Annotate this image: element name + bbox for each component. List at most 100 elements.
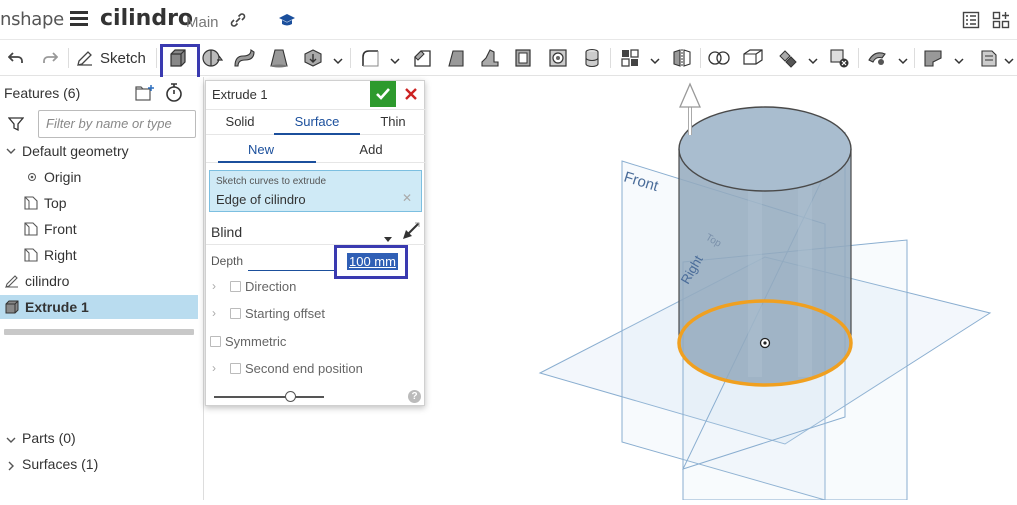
plane-icon bbox=[24, 222, 38, 236]
thicken-icon[interactable] bbox=[301, 46, 325, 70]
bom-icon[interactable] bbox=[962, 11, 980, 34]
delete-part-icon[interactable] bbox=[828, 46, 852, 70]
tab-surface[interactable]: Surface bbox=[274, 114, 360, 129]
sheet-metal-icon[interactable] bbox=[922, 46, 946, 70]
plane-icon[interactable] bbox=[580, 46, 604, 70]
loft-icon[interactable] bbox=[267, 46, 291, 70]
cancel-button[interactable] bbox=[402, 84, 420, 104]
tree-label: Origin bbox=[44, 169, 82, 185]
symmetric-label: Symmetric bbox=[225, 334, 287, 349]
chamfer-icon[interactable] bbox=[410, 46, 434, 70]
revolve-icon[interactable] bbox=[200, 46, 224, 70]
link-icon[interactable] bbox=[230, 13, 246, 32]
pattern-icon[interactable] bbox=[776, 46, 800, 70]
tree-parts[interactable]: Parts (0) bbox=[0, 429, 200, 453]
mirror-icon[interactable] bbox=[670, 46, 694, 70]
tree-item-right[interactable]: Right bbox=[0, 243, 198, 267]
learning-center-icon[interactable] bbox=[278, 12, 296, 33]
sketch-curves-query[interactable]: Sketch curves to extrude Edge of cilindr… bbox=[209, 170, 422, 212]
sweep-icon[interactable] bbox=[232, 46, 256, 70]
cylinder-top-face[interactable] bbox=[678, 106, 852, 192]
tab-new[interactable]: New bbox=[206, 142, 316, 157]
configurations-icon[interactable] bbox=[992, 11, 1012, 34]
undo-icon[interactable] bbox=[4, 46, 28, 70]
rib-icon[interactable] bbox=[478, 46, 502, 70]
tree-item-cilindro[interactable]: cilindro bbox=[0, 269, 198, 293]
query-selection: Edge of cilindro bbox=[216, 192, 306, 207]
filter-icon[interactable] bbox=[7, 116, 25, 137]
shell-icon[interactable] bbox=[511, 46, 535, 70]
fillet-icon[interactable] bbox=[358, 46, 382, 70]
split-icon[interactable] bbox=[707, 46, 731, 70]
chevron-down-icon[interactable] bbox=[650, 53, 660, 65]
tree-label: Default geometry bbox=[22, 143, 129, 159]
draft-icon[interactable] bbox=[444, 46, 468, 70]
graphics-area[interactable]: Front Right Top bbox=[425, 77, 1017, 501]
sketch-button[interactable]: Sketch bbox=[76, 46, 146, 70]
feature-filter-input[interactable]: Filter by name or type bbox=[38, 110, 196, 138]
close-icon bbox=[405, 88, 417, 100]
tree-item-top[interactable]: Top bbox=[0, 191, 198, 215]
tab-thin[interactable]: Thin bbox=[360, 114, 426, 129]
tree-label: Parts (0) bbox=[22, 430, 76, 446]
tree-label: Surfaces (1) bbox=[22, 456, 99, 472]
boolean-icon[interactable] bbox=[618, 46, 642, 70]
branch-name[interactable]: Main bbox=[186, 14, 219, 31]
direction-label: Direction bbox=[245, 279, 297, 294]
depth-label: Depth bbox=[211, 254, 244, 268]
tree-item-extrude-1[interactable]: Extrude 1 bbox=[0, 295, 198, 319]
chevron-down-icon[interactable] bbox=[333, 53, 343, 65]
chevron-down-icon[interactable] bbox=[954, 53, 964, 65]
tree-item-origin[interactable]: Origin bbox=[0, 165, 198, 189]
chevron-down-icon bbox=[6, 148, 16, 154]
onshape-logo[interactable]: nshape bbox=[0, 9, 64, 30]
clear-selection-icon[interactable]: ✕ bbox=[402, 191, 412, 205]
redo-icon[interactable] bbox=[38, 46, 62, 70]
checkmark-icon bbox=[376, 88, 390, 100]
tree-surfaces[interactable]: Surfaces (1) bbox=[0, 455, 200, 479]
measure-icon[interactable] bbox=[866, 46, 890, 70]
menu-icon[interactable] bbox=[70, 11, 88, 27]
starting-offset-checkbox[interactable] bbox=[230, 308, 241, 319]
chevron-down-icon[interactable] bbox=[808, 53, 818, 65]
tree-label: Extrude 1 bbox=[25, 299, 89, 315]
symmetric-checkbox[interactable] bbox=[210, 336, 221, 347]
chevron-down-icon[interactable] bbox=[1004, 53, 1014, 65]
tree-label: cilindro bbox=[25, 273, 70, 289]
transform-icon[interactable] bbox=[741, 46, 765, 70]
chevron-down-icon[interactable] bbox=[898, 53, 908, 65]
chevron-down-icon[interactable] bbox=[390, 53, 400, 65]
slider-knob[interactable] bbox=[285, 391, 296, 402]
direction-checkbox[interactable] bbox=[230, 281, 241, 292]
transparency-slider[interactable] bbox=[214, 396, 324, 398]
second-end-checkbox[interactable] bbox=[230, 363, 241, 374]
hole-icon[interactable] bbox=[546, 46, 570, 70]
plane-icon bbox=[24, 196, 38, 210]
document-name[interactable]: cilindro bbox=[100, 6, 193, 31]
feature-toolbar: Sketch bbox=[0, 40, 1017, 76]
add-folder-icon[interactable] bbox=[135, 84, 155, 107]
chevron-right-icon bbox=[8, 461, 14, 471]
flip-direction-icon[interactable] bbox=[401, 221, 421, 246]
query-label: Sketch curves to extrude bbox=[216, 176, 327, 187]
top-bar: nshape cilindro Main bbox=[0, 0, 1017, 40]
extrude-icon bbox=[5, 300, 19, 314]
origin-icon bbox=[28, 173, 36, 181]
chevron-right-icon[interactable]: › bbox=[212, 306, 216, 320]
end-type-select[interactable]: Blind bbox=[211, 224, 242, 240]
extrude-dialog: Extrude 1 Solid Surface Thin New Add Ske… bbox=[205, 80, 426, 406]
tab-add[interactable]: Add bbox=[316, 142, 426, 157]
tab-solid[interactable]: Solid bbox=[206, 114, 274, 129]
rollback-timer-icon[interactable] bbox=[165, 83, 183, 108]
accept-button[interactable] bbox=[370, 81, 396, 107]
tree-item-front[interactable]: Front bbox=[0, 217, 198, 241]
tree-scrollbar[interactable] bbox=[4, 329, 194, 335]
tree-default-geometry[interactable]: Default geometry bbox=[0, 139, 198, 163]
help-icon[interactable]: ? bbox=[408, 390, 421, 403]
depth-highlight-anchor bbox=[333, 244, 407, 278]
plane-icon bbox=[24, 248, 38, 262]
second-end-label: Second end position bbox=[245, 361, 363, 376]
chevron-right-icon[interactable]: › bbox=[212, 361, 216, 375]
surface-tools-icon[interactable] bbox=[978, 46, 1002, 70]
chevron-right-icon[interactable]: › bbox=[212, 279, 216, 293]
